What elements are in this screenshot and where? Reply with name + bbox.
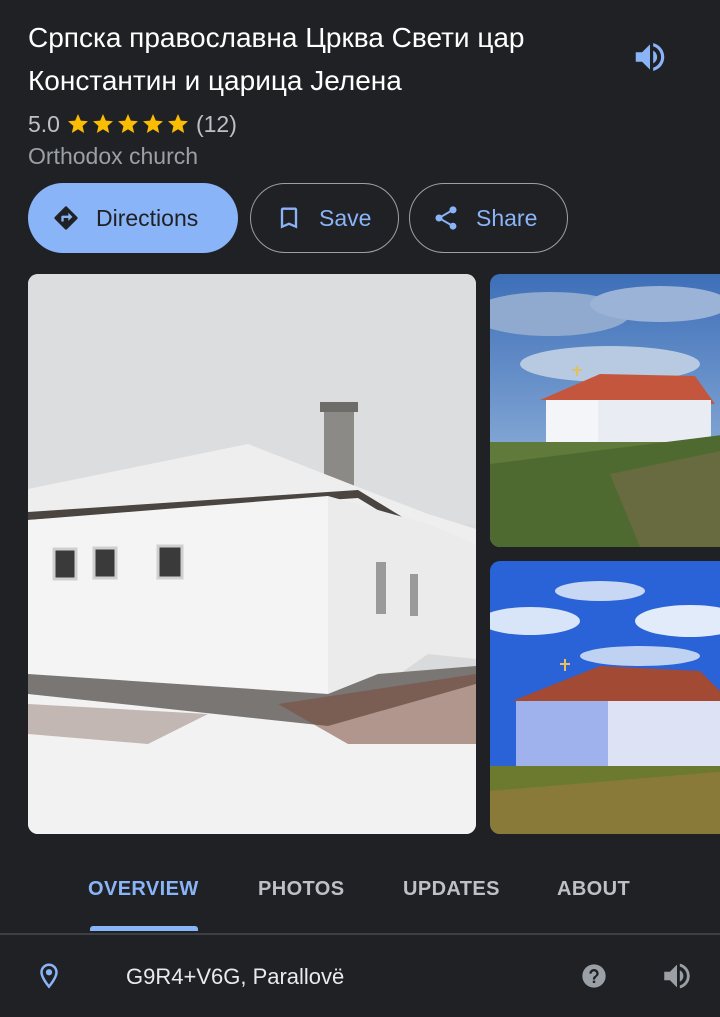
place-category: Orthodox church (28, 143, 199, 169)
tab-overview[interactable]: OVERVIEW (88, 878, 199, 901)
tab-updates[interactable]: UPDATES (403, 878, 500, 901)
rating-row[interactable]: 5.0 (12) (28, 109, 237, 139)
active-tab-indicator (90, 926, 198, 931)
read-aloud-speaker-icon[interactable] (660, 959, 694, 993)
star-rating (66, 112, 190, 136)
photo-church-cloudy-sky[interactable] (490, 274, 720, 547)
star-icon (92, 114, 113, 133)
review-count: (12) (195, 110, 237, 137)
tab-about[interactable]: ABOUT (557, 878, 630, 901)
share-icon (435, 206, 457, 230)
star-icon (142, 114, 163, 133)
directions-label: Directions (96, 204, 199, 231)
rating-value: 5.0 (28, 110, 60, 137)
help-icon[interactable] (580, 962, 608, 990)
divider (0, 933, 720, 935)
bookmark-icon (280, 207, 298, 229)
address-row[interactable]: G9R4+V6G, Parallovë (0, 936, 720, 1017)
save-label: Save (319, 204, 372, 231)
directions-button[interactable]: Directions (28, 183, 238, 253)
tab-photos[interactable]: PHOTOS (258, 878, 345, 901)
star-icon (117, 114, 138, 133)
photo-main-church-snow[interactable] (28, 274, 476, 834)
star-icon (67, 114, 88, 133)
star-icon (167, 114, 188, 133)
share-label: Share (476, 204, 538, 231)
location-pin-icon (40, 963, 58, 989)
save-button[interactable]: Save (250, 183, 399, 253)
share-button[interactable]: Share (409, 183, 568, 253)
tab-bar: OVERVIEW PHOTOS UPDATES ABOUT (0, 862, 720, 934)
place-title: Српска православна Црква Свети цар Конст… (28, 22, 525, 96)
read-aloud-speaker-icon[interactable] (631, 38, 669, 76)
directions-icon (54, 206, 78, 230)
photo-church-blue-sky[interactable] (490, 561, 720, 834)
plus-code: G9R4+V6G, Parallovë (126, 964, 345, 989)
